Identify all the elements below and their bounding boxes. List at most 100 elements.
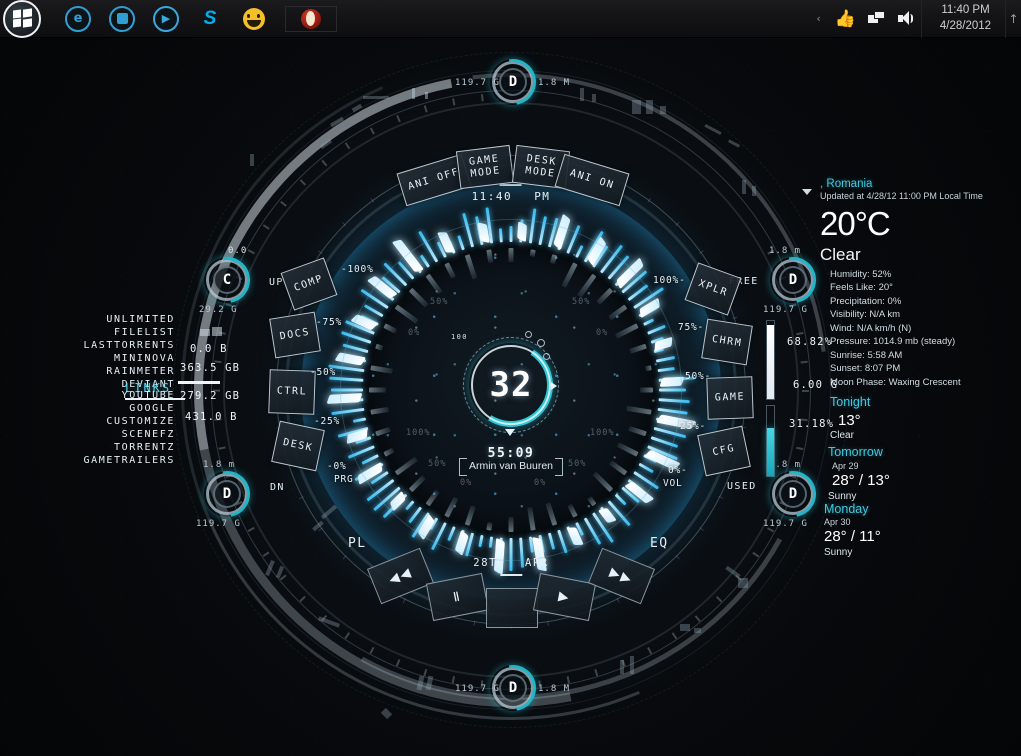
button-chrm[interactable]: CHRM xyxy=(701,318,753,366)
taskbar: e ▶ S ‹ 👍 11:40 PM 4/28/2012 ↑ xyxy=(0,0,1021,38)
visualizer-inner-bar xyxy=(486,522,493,531)
weather-humidity: Humidity: 52% xyxy=(830,269,892,280)
disk-pod-right-d-bottom[interactable]: D xyxy=(760,461,826,527)
network-icon[interactable] xyxy=(868,11,886,26)
ring-tick xyxy=(423,669,428,677)
taskbar-clock[interactable]: 11:40 PM 4/28/2012 xyxy=(921,0,1005,38)
opera-icon xyxy=(301,8,321,29)
forecast-text-0: Clear xyxy=(830,430,854,442)
link-torrentz[interactable]: TORRENTZ xyxy=(60,442,175,453)
ring-tick xyxy=(752,551,760,558)
volume-dial[interactable]: 32 100 xyxy=(451,331,561,436)
pod-letter: D xyxy=(499,68,527,96)
smiley-app-icon[interactable] xyxy=(241,6,267,32)
visualizer-inner-bar xyxy=(375,426,392,437)
opera-browser-button[interactable] xyxy=(285,5,337,32)
deco-frag-22 xyxy=(425,675,434,691)
forecast-day-2: Monday xyxy=(824,501,869,516)
inner-tick-3: 50% xyxy=(428,459,447,469)
button-stop[interactable] xyxy=(486,588,538,628)
dial-pip-2 xyxy=(537,339,545,347)
visualizer-inner-bar xyxy=(586,495,597,507)
disk-dl-rate: 1.8 m xyxy=(203,460,236,470)
ring-tick xyxy=(321,159,328,167)
link-youtube[interactable]: YOUTUBE xyxy=(60,390,175,401)
volume-icon[interactable] xyxy=(898,11,915,26)
ring-inner-tick xyxy=(402,597,406,604)
pod-letter: D xyxy=(779,266,807,294)
disk-pod-c[interactable]: C xyxy=(194,247,260,313)
hand-icon[interactable]: 👍 xyxy=(835,9,856,29)
button-cfg[interactable]: CFG xyxy=(697,425,751,477)
button-docs[interactable]: DOCS xyxy=(269,311,321,359)
link-google[interactable]: GOOGLE xyxy=(60,403,175,414)
visualizer-bar xyxy=(614,493,627,506)
internet-explorer-icon[interactable]: e xyxy=(65,5,91,32)
link-lasttorrents[interactable]: LASTTORRENTS xyxy=(60,340,175,351)
visualizer-bar xyxy=(447,526,456,541)
ring-inner-tick xyxy=(647,197,652,203)
pod-letter: D xyxy=(499,674,527,702)
disk-pod-right-d-top[interactable]: D xyxy=(760,247,826,313)
button-next[interactable]: ▶▶ xyxy=(587,547,656,605)
track-title: Armin van Buuren xyxy=(458,458,564,476)
deco-frag-7 xyxy=(592,94,596,102)
right-tick-50: 50%- xyxy=(685,371,712,382)
button-game[interactable]: GAME xyxy=(706,376,754,420)
tray-expand-icon[interactable]: ‹ xyxy=(808,12,828,25)
skype-icon[interactable]: S xyxy=(197,6,223,32)
visualizer-inner-bar xyxy=(529,249,536,257)
show-desktop-button[interactable]: ↑ xyxy=(1005,0,1021,38)
inner-tick-5: 50% xyxy=(572,297,591,307)
windows-media-player-icon[interactable]: ▶ xyxy=(153,5,179,32)
weather-caret-icon[interactable] xyxy=(802,189,812,195)
visualizer-inner-bar xyxy=(608,460,628,476)
deco-frag-16 xyxy=(738,578,748,588)
right-tick-25: 25%- xyxy=(680,421,707,432)
weather-sunset: Sunset: 8:07 PM xyxy=(830,363,901,375)
visualizer-bar xyxy=(478,534,484,548)
ring-tick xyxy=(218,446,226,450)
ring-tick xyxy=(396,659,401,667)
link-filelist[interactable]: FILELIST xyxy=(60,327,175,338)
weather-feels-like: Feels Like: 20° xyxy=(830,282,893,294)
windows-media-center-icon[interactable] xyxy=(109,5,135,32)
ring-tick xyxy=(796,331,804,335)
start-button[interactable] xyxy=(3,0,41,38)
visualizer-inner-bar xyxy=(486,249,494,264)
ring-tick xyxy=(396,115,401,123)
taskbar-date: 4/28/2012 xyxy=(939,19,992,32)
bargraph-used-fill xyxy=(767,428,774,476)
visualizer-bar xyxy=(405,500,415,511)
button-game-mode[interactable]: GAME MODE xyxy=(455,144,515,190)
weather-temperature: 20°C xyxy=(820,205,891,242)
deco-frag-23 xyxy=(380,707,393,720)
visualizer-inner-bar xyxy=(408,475,426,493)
deco-frag-11 xyxy=(704,123,722,136)
visualizer-spike xyxy=(517,221,528,243)
disk-pod-left-d[interactable]: D xyxy=(194,461,260,527)
link-rainmeter[interactable]: RAINMETER xyxy=(60,366,175,377)
link-gametrailers[interactable]: GAMETRAILERS xyxy=(55,455,175,466)
button-ctrl[interactable]: CTRL xyxy=(268,369,316,415)
visualizer-bar xyxy=(457,235,465,251)
deco-frag-24 xyxy=(320,504,338,520)
visualizer-inner-bar xyxy=(644,365,652,372)
link-mininova[interactable]: MININOVA xyxy=(60,353,175,364)
link-scenefz[interactable]: SCENEFZ xyxy=(60,429,175,440)
ring-tick xyxy=(452,98,456,106)
button-playlist[interactable]: PL xyxy=(348,536,366,551)
net-rate: 0.0 B xyxy=(190,343,228,355)
ring-tick xyxy=(647,647,653,654)
button-desk[interactable]: DESK xyxy=(271,420,325,472)
link-customize[interactable]: CUSTOMIZE xyxy=(60,416,175,427)
rainmeter-hud: 50% 0% 100% 50% 0% 50% 0% 100% 50% 0% 32… xyxy=(0,0,1021,756)
dial-max-label: 100 xyxy=(451,333,468,341)
visualizer-inner-bar xyxy=(464,254,478,280)
ring-tick xyxy=(369,127,375,135)
button-equalizer[interactable]: EQ xyxy=(650,536,668,551)
link-unlimited[interactable]: UNLIMITED xyxy=(60,314,175,325)
visualizer-inner-bar xyxy=(444,262,457,280)
inner-tick-6: 0% xyxy=(596,328,609,338)
deco-frag-13 xyxy=(742,180,746,194)
